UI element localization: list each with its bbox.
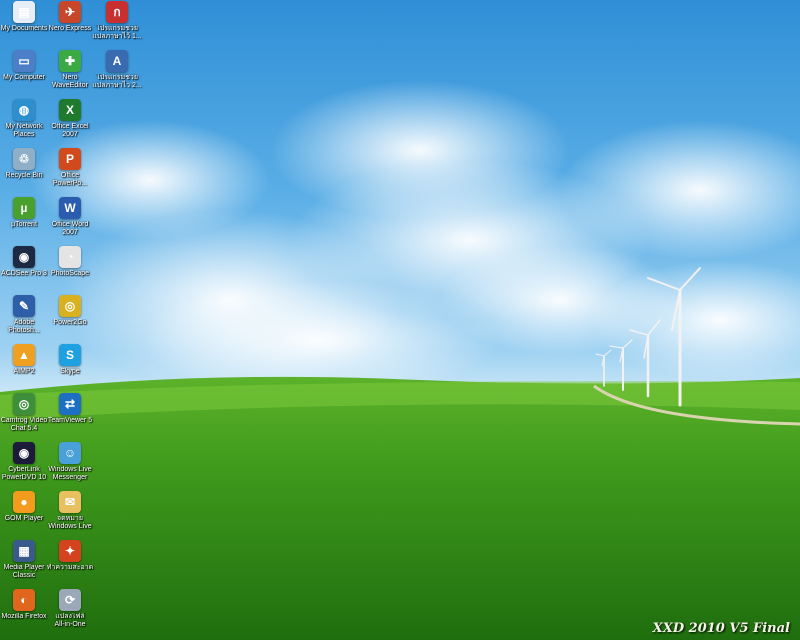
recycle-bin-icon: ♲ bbox=[13, 148, 35, 170]
dictionary-icon: A bbox=[106, 50, 128, 72]
powerdvd-icon: ◉ bbox=[13, 442, 35, 464]
desktop-shortcut-label: TeamViewer 5 bbox=[47, 417, 93, 424]
desktop-shortcut-label: แปลงไฟล์ All-in-One bbox=[54, 613, 86, 628]
desktop-shortcut[interactable]: A โปรแกรมช่วย แปลภาษาไว 2... bbox=[92, 49, 142, 98]
desktop-shortcut-label: Office PowerPo... bbox=[52, 172, 88, 187]
utorrent-icon: µ bbox=[13, 197, 35, 219]
desktop-shortcut-label: Power2Go bbox=[53, 319, 87, 326]
cleaner-icon: ✦ bbox=[59, 540, 81, 562]
acdsee-icon: ◉ bbox=[13, 246, 35, 268]
windows-live-mail-icon: ✉ bbox=[59, 491, 81, 513]
desktop-icon-column: กโปรแกรมช่วย แปลภาษาไว้ 1... A โปรแกรมช่วย… bbox=[92, 0, 142, 98]
firefox-icon: ◐ bbox=[13, 589, 35, 611]
nero-express-icon: ✈ bbox=[59, 1, 81, 23]
gom-player-icon: ● bbox=[13, 491, 35, 513]
desktop-shortcut-label: Office Excel 2007 bbox=[51, 123, 89, 138]
excel-icon: X bbox=[59, 99, 81, 121]
desktop-shortcut[interactable]: ⟳ แปลงไฟล์ All-in-One bbox=[46, 588, 94, 637]
desktop-icon-column: ✈ Nero Express ✚ Nero WaveEditor X Office Exc… bbox=[46, 0, 94, 637]
aimp-icon: ▲ bbox=[13, 344, 35, 366]
desktop[interactable]: ▤ My Documents ▭ My Computer ◍ My Network Pla… bbox=[0, 0, 800, 640]
desktop-shortcut[interactable]: X Office Excel 2007 bbox=[46, 98, 94, 147]
computer-icon: ▭ bbox=[13, 50, 35, 72]
cloud bbox=[440, 245, 680, 355]
desktop-shortcut-label: Windows Live Messenger bbox=[48, 466, 92, 481]
desktop-shortcut-label: Office Word 2007 bbox=[51, 221, 89, 236]
media-player-classic-icon: ▦ bbox=[13, 540, 35, 562]
desktop-shortcut[interactable]: ◎ Power2Go bbox=[46, 294, 94, 343]
photoshop-icon: ✎ bbox=[13, 295, 35, 317]
desktop-shortcut[interactable]: ✦ ทำความสะอาด bbox=[46, 539, 94, 588]
desktop-shortcut[interactable]: ☺ Windows Live Messenger bbox=[46, 441, 94, 490]
desktop-shortcut[interactable]: ✉ จดหมาย Windows Live bbox=[46, 490, 94, 539]
power2go-icon: ◎ bbox=[59, 295, 81, 317]
desktop-shortcut[interactable]: P Office PowerPo... bbox=[46, 147, 94, 196]
desktop-shortcut-label: ทำความสะอาด bbox=[46, 564, 94, 571]
desktop-shortcut-label: โปรแกรมช่วย แปลภาษาไว 2... bbox=[92, 74, 142, 89]
folder-documents-icon: ▤ bbox=[13, 1, 35, 23]
powerpoint-icon: P bbox=[59, 148, 81, 170]
desktop-shortcut-label: จดหมาย Windows Live bbox=[48, 515, 92, 530]
desktop-shortcut-label: Skype bbox=[60, 368, 80, 375]
desktop-shortcut[interactable]: ◔ PhotoScape bbox=[46, 245, 94, 294]
desktop-shortcut-label: โปรแกรมช่วย แปลภาษาไว้ 1... bbox=[92, 25, 142, 40]
wallpaper-watermark: XXD 2010 V5 Final bbox=[652, 621, 790, 636]
camfrog-icon: ◎ bbox=[13, 393, 35, 415]
skype-icon: S bbox=[59, 344, 81, 366]
desktop-shortcut[interactable]: กโปรแกรมช่วย แปลภาษาไว้ 1... bbox=[92, 0, 142, 49]
photoscape-icon: ◔ bbox=[59, 246, 81, 268]
desktop-shortcut[interactable]: S Skype bbox=[46, 343, 94, 392]
nero-waveeditor-icon: ✚ bbox=[59, 50, 81, 72]
messenger-icon: ☺ bbox=[59, 442, 81, 464]
word-icon: W bbox=[59, 197, 81, 219]
teamviewer-icon: ⇄ bbox=[59, 393, 81, 415]
network-icon: ◍ bbox=[13, 99, 35, 121]
desktop-shortcut[interactable]: W Office Word 2007 bbox=[46, 196, 94, 245]
grass-field bbox=[0, 376, 800, 640]
translator-icon: ก bbox=[106, 1, 128, 23]
desktop-shortcut[interactable]: ⇄ TeamViewer 5 bbox=[46, 392, 94, 441]
desktop-shortcut-label: PhotoScape bbox=[50, 270, 90, 277]
converter-icon: ⟳ bbox=[59, 589, 81, 611]
